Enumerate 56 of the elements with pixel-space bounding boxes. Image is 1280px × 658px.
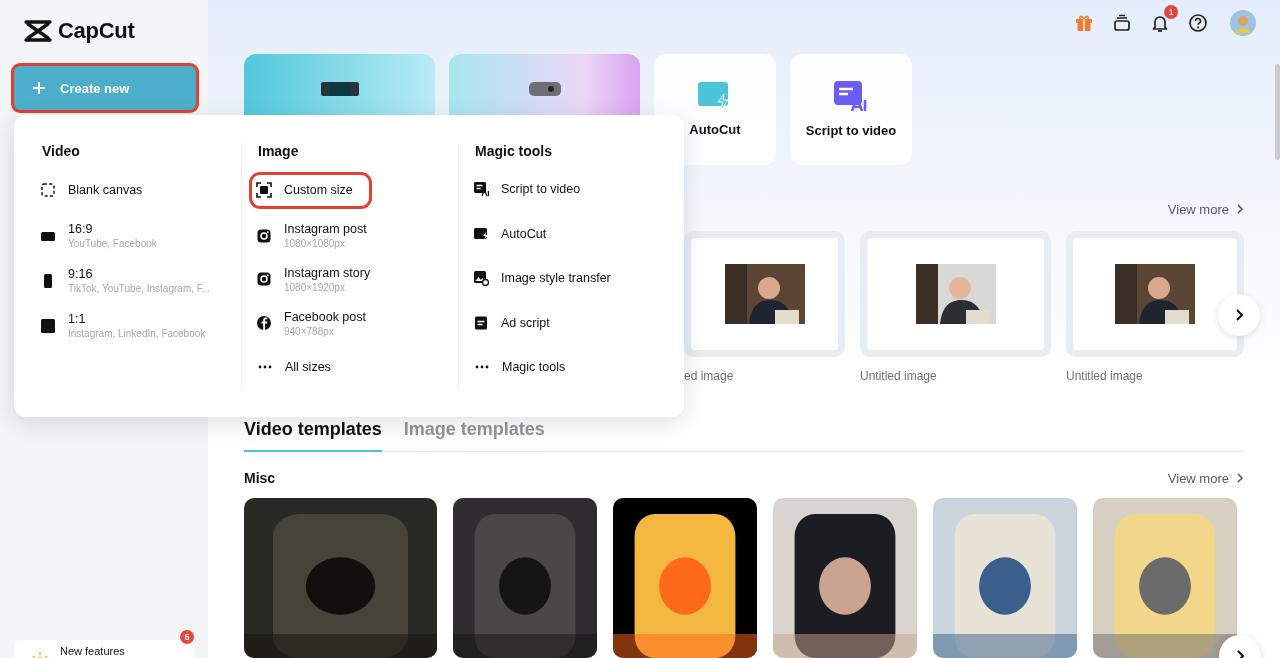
section-title: Misc (244, 470, 276, 486)
menu-item[interactable]: 16:9 YouTube, Facebook (40, 213, 157, 258)
menu-item[interactable]: All sizes (256, 345, 331, 389)
camera-icon (528, 82, 561, 97)
project-card[interactable] (1066, 231, 1244, 357)
menu-item[interactable]: Facebook post 940×788px (256, 301, 366, 346)
menu-heading: Video (42, 143, 81, 161)
new-features-card[interactable]: New features (14, 640, 194, 658)
square-icon (40, 317, 56, 334)
view-more-link[interactable]: View more (1167, 470, 1244, 486)
film-icon (320, 82, 359, 97)
menu-heading: Magic tools (475, 143, 553, 161)
menu-item[interactable]: Instagram story 1080×1920px (256, 257, 371, 302)
menu-item[interactable]: AutoCut (473, 212, 547, 257)
layers-icon[interactable] (1112, 12, 1132, 33)
brand-name: CapCut (58, 18, 135, 44)
script-icon (473, 181, 489, 198)
project-card[interactable] (684, 231, 845, 357)
custom-icon (256, 182, 272, 199)
menu-item[interactable]: Magic tools (473, 344, 566, 389)
tool-card[interactable]: Script to video (790, 54, 912, 166)
project-title: Untitled image (1066, 369, 1144, 383)
script-ai-icon (834, 81, 868, 112)
facebook-icon (256, 315, 272, 332)
chevron-right-icon (1236, 204, 1244, 214)
project-title: Untitled image (860, 369, 938, 383)
scrollbar[interactable] (1275, 64, 1280, 160)
menu-item[interactable]: Blank canvas (40, 175, 143, 205)
new-features-label: New features (60, 645, 125, 657)
style-icon (473, 270, 489, 287)
menu-item[interactable]: Custom size (252, 174, 369, 206)
instagram-icon (256, 227, 272, 244)
count-badge: 5 (180, 630, 194, 644)
more-icon (474, 364, 490, 369)
menu-item[interactable]: Ad script (473, 300, 550, 345)
sun-icon (30, 651, 50, 658)
menu-item[interactable]: Script to video (473, 174, 581, 205)
help-icon[interactable] (1188, 12, 1208, 33)
view-more-link[interactable]: View more (1167, 201, 1244, 217)
logo-icon (24, 20, 52, 42)
menu-item[interactable]: 9:16 TikTok, YouTube, Instagram, F... (40, 258, 211, 303)
menu-item[interactable]: 1:1 Instagram, LinkedIn, Facebook (40, 303, 206, 348)
instagram-icon (256, 271, 272, 288)
dashed-icon (40, 182, 56, 198)
menu-item[interactable]: Image style transfer (473, 256, 611, 301)
plus-icon (32, 81, 46, 95)
project-title: ed image (684, 369, 735, 383)
project-card[interactable] (860, 231, 1051, 357)
more-icon (257, 365, 273, 370)
ad-icon (473, 314, 489, 331)
template-tab[interactable]: Video templates (244, 419, 382, 452)
notification-badge: 1 (1164, 4, 1178, 19)
chevron-right-icon (1236, 473, 1244, 483)
menu-heading: Image (258, 143, 300, 161)
chevron-right-icon (1234, 308, 1244, 322)
menu-item[interactable]: Instagram post 1080×1080px (256, 213, 367, 258)
